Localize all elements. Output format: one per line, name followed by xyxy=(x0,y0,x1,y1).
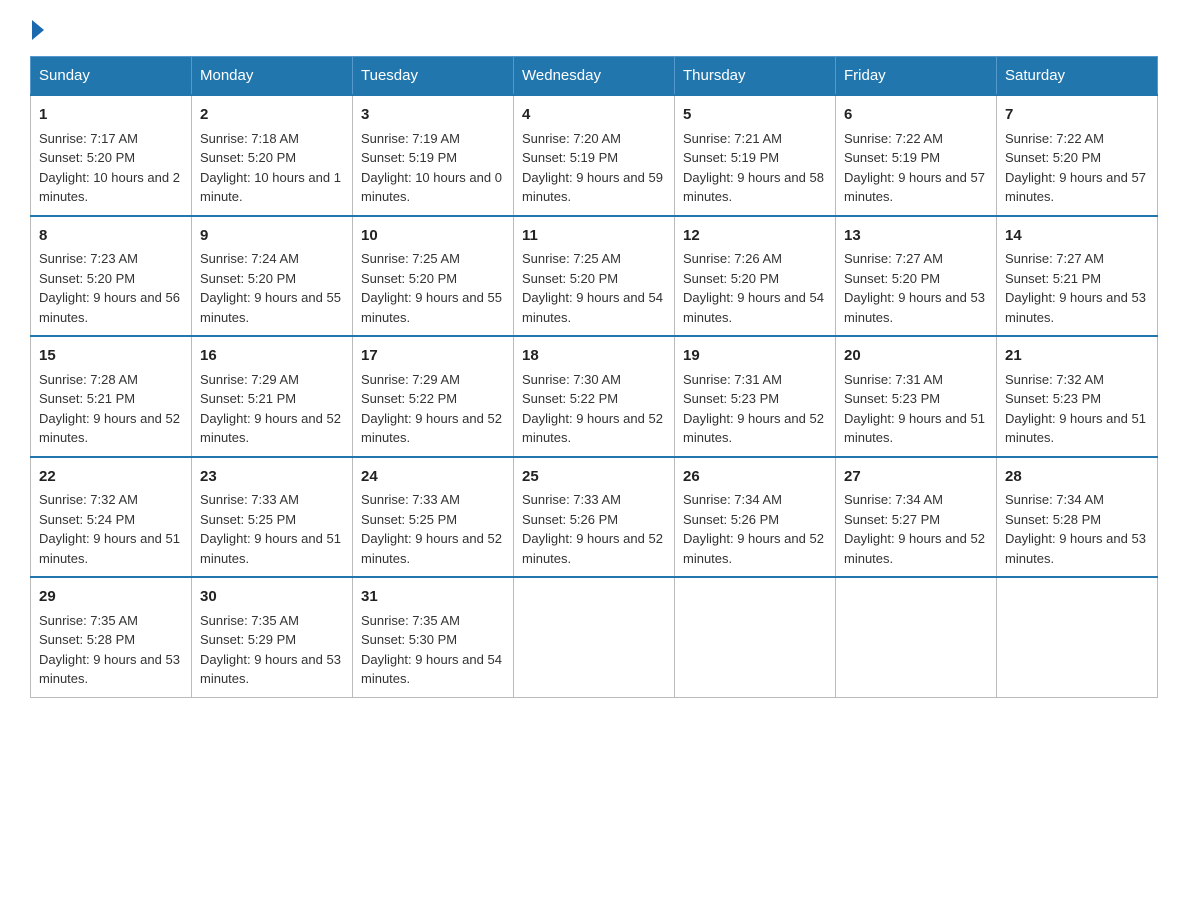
day-number: 12 xyxy=(683,225,827,248)
calendar-cell: 8Sunrise: 7:23 AMSunset: 5:20 PMDaylight… xyxy=(31,216,192,337)
day-number: 26 xyxy=(683,466,827,489)
logo xyxy=(30,20,46,40)
day-number: 5 xyxy=(683,104,827,127)
day-number: 24 xyxy=(361,466,505,489)
calendar-cell: 30Sunrise: 7:35 AMSunset: 5:29 PMDayligh… xyxy=(192,577,353,697)
calendar-week-row: 1Sunrise: 7:17 AMSunset: 5:20 PMDaylight… xyxy=(31,95,1158,216)
day-number: 15 xyxy=(39,345,183,368)
calendar-cell: 14Sunrise: 7:27 AMSunset: 5:21 PMDayligh… xyxy=(997,216,1158,337)
calendar-cell: 23Sunrise: 7:33 AMSunset: 5:25 PMDayligh… xyxy=(192,457,353,578)
calendar-cell: 25Sunrise: 7:33 AMSunset: 5:26 PMDayligh… xyxy=(514,457,675,578)
day-number: 11 xyxy=(522,225,666,248)
calendar-cell: 4Sunrise: 7:20 AMSunset: 5:19 PMDaylight… xyxy=(514,95,675,216)
day-number: 28 xyxy=(1005,466,1149,489)
calendar-cell: 13Sunrise: 7:27 AMSunset: 5:20 PMDayligh… xyxy=(836,216,997,337)
day-number: 7 xyxy=(1005,104,1149,127)
day-number: 18 xyxy=(522,345,666,368)
logo-arrow-icon xyxy=(32,20,44,40)
day-number: 23 xyxy=(200,466,344,489)
calendar-cell: 9Sunrise: 7:24 AMSunset: 5:20 PMDaylight… xyxy=(192,216,353,337)
calendar-cell: 21Sunrise: 7:32 AMSunset: 5:23 PMDayligh… xyxy=(997,336,1158,457)
day-number: 3 xyxy=(361,104,505,127)
weekday-header-friday: Friday xyxy=(836,57,997,96)
day-number: 6 xyxy=(844,104,988,127)
day-number: 9 xyxy=(200,225,344,248)
day-number: 31 xyxy=(361,586,505,609)
calendar-cell: 15Sunrise: 7:28 AMSunset: 5:21 PMDayligh… xyxy=(31,336,192,457)
calendar-cell: 5Sunrise: 7:21 AMSunset: 5:19 PMDaylight… xyxy=(675,95,836,216)
calendar-cell: 27Sunrise: 7:34 AMSunset: 5:27 PMDayligh… xyxy=(836,457,997,578)
day-number: 22 xyxy=(39,466,183,489)
weekday-header-thursday: Thursday xyxy=(675,57,836,96)
calendar-cell: 17Sunrise: 7:29 AMSunset: 5:22 PMDayligh… xyxy=(353,336,514,457)
calendar-cell: 18Sunrise: 7:30 AMSunset: 5:22 PMDayligh… xyxy=(514,336,675,457)
calendar-cell xyxy=(675,577,836,697)
day-number: 19 xyxy=(683,345,827,368)
calendar-cell: 11Sunrise: 7:25 AMSunset: 5:20 PMDayligh… xyxy=(514,216,675,337)
calendar-cell xyxy=(997,577,1158,697)
weekday-header-saturday: Saturday xyxy=(997,57,1158,96)
day-number: 17 xyxy=(361,345,505,368)
day-number: 16 xyxy=(200,345,344,368)
day-number: 29 xyxy=(39,586,183,609)
calendar-table: SundayMondayTuesdayWednesdayThursdayFrid… xyxy=(30,56,1158,698)
weekday-header-sunday: Sunday xyxy=(31,57,192,96)
calendar-cell: 20Sunrise: 7:31 AMSunset: 5:23 PMDayligh… xyxy=(836,336,997,457)
day-number: 10 xyxy=(361,225,505,248)
calendar-week-row: 15Sunrise: 7:28 AMSunset: 5:21 PMDayligh… xyxy=(31,336,1158,457)
calendar-cell: 2Sunrise: 7:18 AMSunset: 5:20 PMDaylight… xyxy=(192,95,353,216)
calendar-week-row: 22Sunrise: 7:32 AMSunset: 5:24 PMDayligh… xyxy=(31,457,1158,578)
calendar-cell: 28Sunrise: 7:34 AMSunset: 5:28 PMDayligh… xyxy=(997,457,1158,578)
calendar-cell: 7Sunrise: 7:22 AMSunset: 5:20 PMDaylight… xyxy=(997,95,1158,216)
calendar-week-row: 29Sunrise: 7:35 AMSunset: 5:28 PMDayligh… xyxy=(31,577,1158,697)
weekday-header-tuesday: Tuesday xyxy=(353,57,514,96)
calendar-cell: 10Sunrise: 7:25 AMSunset: 5:20 PMDayligh… xyxy=(353,216,514,337)
day-number: 20 xyxy=(844,345,988,368)
day-number: 25 xyxy=(522,466,666,489)
calendar-week-row: 8Sunrise: 7:23 AMSunset: 5:20 PMDaylight… xyxy=(31,216,1158,337)
day-number: 30 xyxy=(200,586,344,609)
calendar-cell: 31Sunrise: 7:35 AMSunset: 5:30 PMDayligh… xyxy=(353,577,514,697)
day-number: 8 xyxy=(39,225,183,248)
day-number: 1 xyxy=(39,104,183,127)
page-header xyxy=(30,20,1158,40)
calendar-cell: 24Sunrise: 7:33 AMSunset: 5:25 PMDayligh… xyxy=(353,457,514,578)
day-number: 27 xyxy=(844,466,988,489)
calendar-cell: 29Sunrise: 7:35 AMSunset: 5:28 PMDayligh… xyxy=(31,577,192,697)
calendar-cell: 3Sunrise: 7:19 AMSunset: 5:19 PMDaylight… xyxy=(353,95,514,216)
day-number: 13 xyxy=(844,225,988,248)
calendar-cell: 16Sunrise: 7:29 AMSunset: 5:21 PMDayligh… xyxy=(192,336,353,457)
calendar-cell: 22Sunrise: 7:32 AMSunset: 5:24 PMDayligh… xyxy=(31,457,192,578)
calendar-cell: 6Sunrise: 7:22 AMSunset: 5:19 PMDaylight… xyxy=(836,95,997,216)
calendar-cell: 26Sunrise: 7:34 AMSunset: 5:26 PMDayligh… xyxy=(675,457,836,578)
calendar-cell: 19Sunrise: 7:31 AMSunset: 5:23 PMDayligh… xyxy=(675,336,836,457)
day-number: 21 xyxy=(1005,345,1149,368)
calendar-header-row: SundayMondayTuesdayWednesdayThursdayFrid… xyxy=(31,57,1158,96)
calendar-cell: 12Sunrise: 7:26 AMSunset: 5:20 PMDayligh… xyxy=(675,216,836,337)
calendar-cell: 1Sunrise: 7:17 AMSunset: 5:20 PMDaylight… xyxy=(31,95,192,216)
day-number: 14 xyxy=(1005,225,1149,248)
day-number: 4 xyxy=(522,104,666,127)
calendar-cell xyxy=(514,577,675,697)
weekday-header-monday: Monday xyxy=(192,57,353,96)
day-number: 2 xyxy=(200,104,344,127)
weekday-header-wednesday: Wednesday xyxy=(514,57,675,96)
calendar-cell xyxy=(836,577,997,697)
